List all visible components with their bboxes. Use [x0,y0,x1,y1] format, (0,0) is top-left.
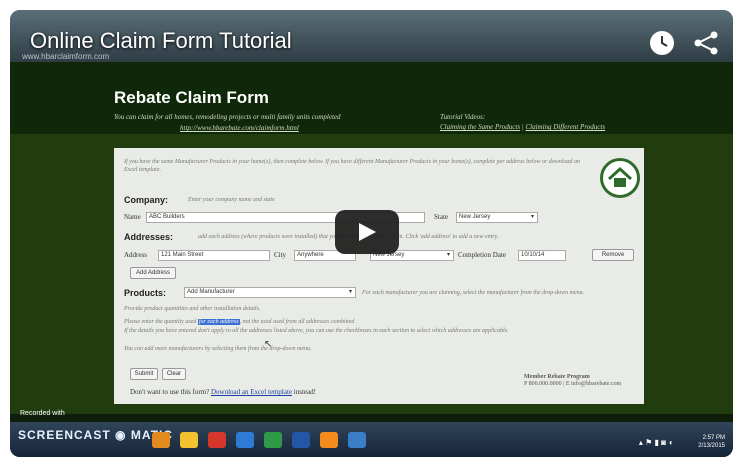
tutorial-link-same[interactable]: Claiming the Same Products [440,123,520,131]
program-name: Member Rebate Program [524,374,590,380]
chevron-down-icon: ▾ [348,289,352,295]
manufacturer-select-value: Add Manufacturer [187,289,235,295]
excel-text: Don't want to use this form? Download an… [130,388,316,396]
products-note-2: Please enter the quantity used for each … [124,319,624,325]
screencast-logo-text: SCREENCAST [18,428,111,442]
completion-label: Completion Date [458,251,507,259]
products-note-2c: , not the total used from all addresses … [239,319,355,325]
excel-text-pre: Don't want to use this form? [130,388,210,396]
products-note-3: If the details you have entered don't ap… [124,328,509,334]
subtitle-link[interactable]: http://www.hbarebate.com/claimform.html [180,124,299,132]
video-frame[interactable]: www.hbarclaimform.com Online Claim Form … [10,10,733,457]
word-icon[interactable] [292,432,310,448]
cursor-icon: ↖ [264,339,273,350]
add-address-button[interactable]: Add Address [130,267,176,279]
clear-button[interactable]: Clear [162,368,186,380]
products-note-2a: Please enter the quantity used [124,319,197,325]
name-label: Name [124,213,141,221]
page-subtitle: You can claim for all homes, remodeling … [114,113,341,121]
chrome-icon[interactable] [348,432,366,448]
excel-text-post: instead! [293,388,316,396]
video-action-icons [649,30,719,61]
windows-taskbar: SCREENCAST ◉ MATIC ▴ ⚑ ▮ ◙ ◖ 2:57 PM 2/13… [10,422,733,457]
screencast-o-icon: ◉ [115,428,127,442]
address-input[interactable]: 121 Main Street [158,250,270,261]
tutorial-link-different[interactable]: Claiming Different Products [525,123,605,131]
products-label: Products: [124,288,167,298]
clock-time: 2:57 PM [702,435,725,441]
manufacturer-select[interactable]: Add Manufacturer ▾ [184,287,356,298]
chevron-down-icon: ▾ [446,252,450,258]
program-contact: P 800.000.0000 | E info@hbarebate.com [524,381,622,387]
tutorial-label: Tutorial Videos: [440,113,486,121]
completion-date-input[interactable]: 10/10/14 [518,250,566,261]
state-select-value: New Jersey [459,214,491,220]
tutorial-separator: | [521,123,524,131]
clock-date: 2/13/2015 [698,443,725,449]
form-intro: If you have the same Manufacturer Produc… [124,159,580,173]
products-note-1: Provide product quantities and other ins… [124,306,261,312]
system-tray-icons[interactable]: ▴ ⚑ ▮ ◙ ◖ [639,438,673,447]
state-select[interactable]: New Jersey ▾ [456,212,538,223]
watch-later-icon[interactable] [649,30,675,61]
excel-icon[interactable] [264,432,282,448]
share-icon[interactable] [693,30,719,61]
program-logo [600,158,640,198]
products-note-4: You can add more manufacturers by select… [124,346,312,352]
company-label: Company: [124,195,169,205]
tutorial-links: Claiming the Same Products | Claiming Di… [440,123,605,131]
highlighted-text: for each address [197,319,240,325]
addresses-label: Addresses: [124,232,174,242]
products-hint: For each manufacturer you are claiming, … [362,290,585,296]
acrobat-icon[interactable] [208,432,226,448]
excel-template-link[interactable]: Download an Excel template [211,388,292,396]
city-label: City [274,251,287,259]
recorded-with-label: Recorded with [20,410,65,417]
folder-icon[interactable] [152,432,170,448]
explorer-icon[interactable] [180,432,198,448]
chevron-down-icon: ▾ [530,214,534,220]
state-label: State [434,213,448,221]
screencast-logo: SCREENCAST ◉ MATIC [18,428,173,442]
play-button[interactable] [335,210,399,254]
page-title: Rebate Claim Form [114,88,269,107]
taskbar-clock[interactable]: 2:57 PM 2/13/2015 [698,434,725,450]
address-label: Address [124,251,147,259]
company-hint: Enter your company name and state [188,197,275,203]
outlook-icon[interactable] [236,432,254,448]
play-icon [359,223,376,241]
video-title[interactable]: Online Claim Form Tutorial [30,28,292,54]
firefox-icon[interactable] [320,432,338,448]
submit-button[interactable]: Submit [130,368,158,380]
remove-button[interactable]: Remove [592,249,634,261]
rebate-claim-form: If you have the same Manufacturer Produc… [114,148,644,404]
page-header: Rebate Claim Form You can claim for all … [10,62,733,134]
